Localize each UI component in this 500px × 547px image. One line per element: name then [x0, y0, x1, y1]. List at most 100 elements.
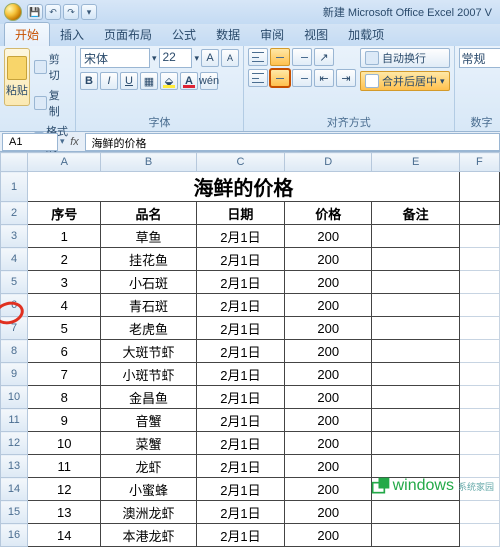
col-header[interactable]: A: [28, 153, 101, 172]
paste-button[interactable]: 粘贴: [4, 48, 30, 106]
decrease-indent-button[interactable]: ⇤: [314, 69, 334, 87]
cell[interactable]: 澳洲龙虾: [101, 501, 196, 524]
cell[interactable]: [459, 340, 499, 363]
cut-button[interactable]: 剪切: [32, 50, 71, 84]
cell[interactable]: 7: [28, 363, 101, 386]
cell[interactable]: [372, 340, 459, 363]
cell[interactable]: [372, 432, 459, 455]
cell[interactable]: [459, 432, 499, 455]
orientation-button[interactable]: ↗: [314, 48, 334, 66]
cell[interactable]: 2月1日: [196, 432, 284, 455]
increase-indent-button[interactable]: ⇥: [336, 69, 356, 87]
cell[interactable]: 200: [285, 248, 372, 271]
cell[interactable]: 5: [28, 317, 101, 340]
cell[interactable]: 200: [285, 501, 372, 524]
cell[interactable]: 本港龙虾: [101, 524, 196, 547]
cell[interactable]: 200: [285, 294, 372, 317]
cell[interactable]: [459, 386, 499, 409]
fx-icon[interactable]: fx: [65, 136, 85, 148]
cell[interactable]: 2月1日: [196, 248, 284, 271]
cell[interactable]: 挂花鱼: [101, 248, 196, 271]
cell[interactable]: 菜蟹: [101, 432, 196, 455]
cell[interactable]: 6: [28, 340, 101, 363]
cell[interactable]: 龙虾: [101, 455, 196, 478]
cell[interactable]: [372, 294, 459, 317]
cell[interactable]: 200: [285, 317, 372, 340]
cell[interactable]: 2月1日: [196, 317, 284, 340]
col-header[interactable]: D: [285, 153, 372, 172]
row-header[interactable]: 1: [1, 172, 28, 202]
qat-redo-icon[interactable]: ↷: [63, 4, 79, 20]
cell[interactable]: 200: [285, 386, 372, 409]
font-name-select[interactable]: 宋体: [80, 48, 150, 68]
formula-input[interactable]: 海鲜的价格: [85, 133, 500, 151]
row-header[interactable]: 15: [1, 501, 28, 524]
table-row[interactable]: 1311龙虾2月1日200: [1, 455, 500, 478]
cell[interactable]: [372, 501, 459, 524]
col-header[interactable]: C: [196, 153, 284, 172]
table-row[interactable]: 1513澳洲龙虾2月1日200: [1, 501, 500, 524]
row-header[interactable]: 8: [1, 340, 28, 363]
row-header[interactable]: 6: [1, 294, 28, 317]
cell[interactable]: [372, 271, 459, 294]
cell[interactable]: 音蟹: [101, 409, 196, 432]
row-header[interactable]: 16: [1, 524, 28, 547]
cell[interactable]: 200: [285, 524, 372, 547]
cell[interactable]: [372, 363, 459, 386]
cell[interactable]: [372, 225, 459, 248]
grow-font-button[interactable]: A: [201, 49, 219, 67]
table-row[interactable]: 42挂花鱼2月1日200: [1, 248, 500, 271]
cell[interactable]: 200: [285, 409, 372, 432]
cell[interactable]: 草鱼: [101, 225, 196, 248]
name-box[interactable]: A1: [2, 133, 58, 151]
cell[interactable]: [459, 294, 499, 317]
shrink-font-button[interactable]: A: [221, 49, 239, 67]
cell[interactable]: 4: [28, 294, 101, 317]
cell[interactable]: [459, 409, 499, 432]
cell[interactable]: 2月1日: [196, 455, 284, 478]
cell[interactable]: [459, 455, 499, 478]
cell[interactable]: 青石斑: [101, 294, 196, 317]
tab-review[interactable]: 审阅: [250, 23, 294, 46]
row-header[interactable]: 10: [1, 386, 28, 409]
table-row[interactable]: 108金昌鱼2月1日200: [1, 386, 500, 409]
cell[interactable]: [459, 524, 499, 547]
row-header[interactable]: 2: [1, 202, 28, 225]
table-row[interactable]: 31草鱼2月1日200: [1, 225, 500, 248]
cell[interactable]: [459, 248, 499, 271]
cell[interactable]: 2月1日: [196, 225, 284, 248]
header-cell[interactable]: 序号: [28, 202, 101, 225]
cell[interactable]: 2月1日: [196, 340, 284, 363]
cell[interactable]: 2月1日: [196, 478, 284, 501]
cell[interactable]: 200: [285, 363, 372, 386]
cell[interactable]: [459, 271, 499, 294]
cell[interactable]: 10: [28, 432, 101, 455]
tab-insert[interactable]: 插入: [50, 23, 94, 46]
cell[interactable]: [372, 524, 459, 547]
col-header[interactable]: E: [372, 153, 459, 172]
underline-button[interactable]: U: [120, 72, 138, 90]
cell[interactable]: [372, 455, 459, 478]
cell[interactable]: 3: [28, 271, 101, 294]
table-row[interactable]: 119音蟹2月1日200: [1, 409, 500, 432]
qat-save-icon[interactable]: 💾: [27, 4, 43, 20]
cell[interactable]: 200: [285, 340, 372, 363]
table-row[interactable]: 1614本港龙虾2月1日200: [1, 524, 500, 547]
cell[interactable]: 1: [28, 225, 101, 248]
cell[interactable]: [372, 386, 459, 409]
cell[interactable]: [459, 501, 499, 524]
row-header[interactable]: 9: [1, 363, 28, 386]
align-left-button[interactable]: [248, 69, 268, 87]
qat-undo-icon[interactable]: ↶: [45, 4, 61, 20]
cell[interactable]: 12: [28, 478, 101, 501]
cell[interactable]: 金昌鱼: [101, 386, 196, 409]
size-dropdown-icon[interactable]: ▾: [194, 53, 199, 64]
table-row[interactable]: 1210菜蟹2月1日200: [1, 432, 500, 455]
sheet-title-cell[interactable]: 海鲜的价格: [28, 172, 460, 202]
cell[interactable]: 200: [285, 225, 372, 248]
align-right-button[interactable]: [292, 69, 312, 87]
align-middle-button[interactable]: [270, 48, 290, 66]
cell[interactable]: 11: [28, 455, 101, 478]
cell[interactable]: 9: [28, 409, 101, 432]
cell[interactable]: 2月1日: [196, 524, 284, 547]
